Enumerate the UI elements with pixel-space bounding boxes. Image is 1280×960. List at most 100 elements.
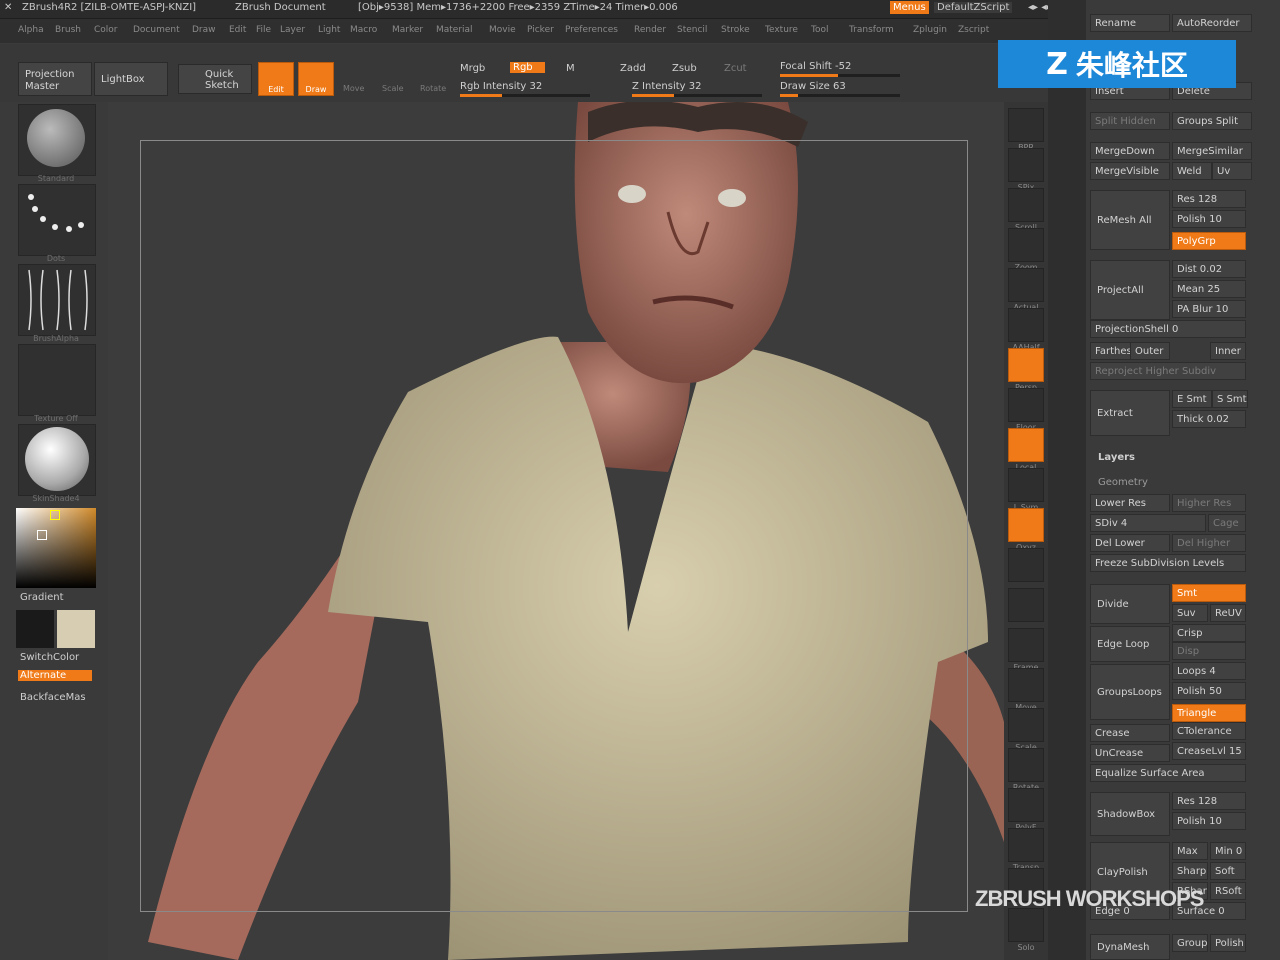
z-intensity-slider[interactable] xyxy=(632,94,762,97)
tool-button-16[interactable] xyxy=(1008,748,1044,782)
quick-sketch-button[interactable]: Quick Sketch xyxy=(178,64,252,94)
secondary-color-swatch[interactable] xyxy=(57,610,95,648)
higher-res-button[interactable]: Higher Res xyxy=(1172,494,1246,512)
max-slider[interactable]: Max xyxy=(1172,842,1208,860)
freeze-subdivision-button[interactable]: Freeze SubDivision Levels xyxy=(1090,554,1246,572)
polish-button[interactable]: Polish xyxy=(1210,934,1246,952)
tool-button-15[interactable] xyxy=(1008,708,1044,742)
tool-button-1[interactable] xyxy=(1008,148,1044,182)
tool-button-4[interactable] xyxy=(1008,268,1044,302)
switchcolor-button[interactable]: SwitchColor xyxy=(20,652,79,663)
e-smt-button[interactable]: E Smt xyxy=(1172,390,1212,408)
autoreorder-button[interactable]: AutoReorder xyxy=(1172,14,1252,32)
alternate-button[interactable]: Alternate xyxy=(18,670,92,681)
menu-item-10[interactable]: Marker xyxy=(392,25,423,35)
menus-button[interactable]: Menus xyxy=(890,1,929,14)
z-intensity-slider-label[interactable]: Z Intensity 32 xyxy=(632,81,701,92)
main-color-swatch[interactable] xyxy=(16,610,54,648)
smt-button[interactable]: Smt xyxy=(1172,584,1246,602)
equalize-surface-button[interactable]: Equalize Surface Area xyxy=(1090,764,1246,782)
layers-subpalette[interactable]: Layers xyxy=(1098,452,1135,463)
brush-thumbnail[interactable] xyxy=(18,104,96,176)
shadowbox-button[interactable]: ShadowBox xyxy=(1090,792,1170,836)
ctolerance-slider[interactable]: CTolerance xyxy=(1172,722,1246,740)
menu-item-14[interactable]: Preferences xyxy=(565,25,618,35)
stroke-thumbnail[interactable] xyxy=(18,184,96,256)
tool-button-17[interactable] xyxy=(1008,788,1044,822)
tool-button-18[interactable] xyxy=(1008,828,1044,862)
menu-item-11[interactable]: Material xyxy=(436,25,473,35)
material-thumbnail[interactable] xyxy=(18,424,96,496)
loops-slider[interactable]: Loops 4 xyxy=(1172,662,1246,680)
menu-item-6[interactable]: File xyxy=(256,25,271,35)
del-lower-button[interactable]: Del Lower xyxy=(1090,534,1170,552)
color-marker-icon[interactable] xyxy=(37,530,47,540)
disp-button[interactable]: Disp xyxy=(1172,642,1246,660)
backfacemask-button[interactable]: BackfaceMas xyxy=(20,692,86,703)
draw-size-slider[interactable] xyxy=(780,94,900,97)
tool-button-13[interactable] xyxy=(1008,628,1044,662)
menu-item-9[interactable]: Macro xyxy=(350,25,377,35)
menu-item-15[interactable]: Render xyxy=(634,25,666,35)
tool-button-14[interactable] xyxy=(1008,668,1044,702)
mergevisible-button[interactable]: MergeVisible xyxy=(1090,162,1170,180)
tool-button-10[interactable] xyxy=(1008,508,1044,542)
rgb-button[interactable]: Rgb xyxy=(510,62,545,73)
min-slider[interactable]: Min 0 xyxy=(1210,842,1246,860)
tool-button-5[interactable] xyxy=(1008,308,1044,342)
zsub-button[interactable]: Zsub xyxy=(672,63,697,74)
groups-split-button[interactable]: Groups Split xyxy=(1172,112,1252,130)
crisp-button[interactable]: Crisp xyxy=(1172,624,1246,642)
crease-button[interactable]: Crease xyxy=(1090,724,1170,742)
focal-shift-slider[interactable] xyxy=(780,74,900,77)
menu-item-17[interactable]: Stroke xyxy=(721,25,750,35)
alpha-thumbnail[interactable] xyxy=(18,264,96,336)
tool-button-0[interactable] xyxy=(1008,108,1044,142)
polish-slider[interactable]: Polish 10 xyxy=(1172,210,1246,228)
tool-button-8[interactable] xyxy=(1008,428,1044,462)
zadd-button[interactable]: Zadd xyxy=(620,63,646,74)
polish-10-slider[interactable]: Polish 10 xyxy=(1172,812,1246,830)
soft-slider[interactable]: Soft xyxy=(1210,862,1246,880)
res-128-slider[interactable]: Res 128 xyxy=(1172,792,1246,810)
edge-loop-button[interactable]: Edge Loop xyxy=(1090,626,1170,662)
tool-button-2[interactable] xyxy=(1008,188,1044,222)
projectall-button[interactable]: ProjectAll xyxy=(1090,260,1170,320)
rgb-intensity-slider-label[interactable]: Rgb Intensity 32 xyxy=(460,81,542,92)
menu-item-19[interactable]: Tool xyxy=(811,25,828,35)
draw-button[interactable]: Draw xyxy=(298,62,334,96)
sharp-slider[interactable]: Sharp xyxy=(1172,862,1208,880)
menu-item-12[interactable]: Movie xyxy=(489,25,516,35)
move-button[interactable]: Move xyxy=(343,84,364,93)
extract-button[interactable]: Extract xyxy=(1090,390,1170,436)
suv-button[interactable]: Suv xyxy=(1172,604,1208,622)
menu-item-4[interactable]: Draw xyxy=(192,25,216,35)
remesh-all-button[interactable]: ReMesh All xyxy=(1090,190,1170,250)
tool-button-6[interactable] xyxy=(1008,348,1044,382)
pa-blur-slider[interactable]: PA Blur 10 xyxy=(1172,300,1246,318)
gradient-button[interactable]: Gradient xyxy=(20,592,64,603)
tool-button-20[interactable] xyxy=(1008,908,1044,942)
polygrp-button[interactable]: PolyGrp xyxy=(1172,232,1246,250)
menu-item-21[interactable]: Zplugin xyxy=(913,25,947,35)
rotate-button[interactable]: Rotate xyxy=(420,84,446,93)
menu-item-18[interactable]: Texture xyxy=(765,25,798,35)
mrgb-button[interactable]: Mrgb xyxy=(460,63,485,74)
mergesimilar-button[interactable]: MergeSimilar xyxy=(1172,142,1252,160)
projection-master-button[interactable]: Projection Master xyxy=(18,62,92,96)
group-button[interactable]: Group xyxy=(1172,934,1208,952)
mergedown-button[interactable]: MergeDown xyxy=(1090,142,1170,160)
thick-slider[interactable]: Thick 0.02 xyxy=(1172,410,1246,428)
inner-button[interactable]: Inner xyxy=(1210,342,1246,360)
creaselvl-slider[interactable]: CreaseLvl 15 xyxy=(1172,742,1246,760)
menu-item-13[interactable]: Picker xyxy=(527,25,554,35)
res-slider[interactable]: Res 128 xyxy=(1172,190,1246,208)
rsoft-slider[interactable]: RSoft xyxy=(1210,882,1246,900)
menu-item-5[interactable]: Edit xyxy=(229,25,246,35)
cage-button[interactable]: Cage xyxy=(1208,514,1246,532)
geometry-subpalette[interactable]: Geometry xyxy=(1098,477,1148,488)
scale-button[interactable]: Scale xyxy=(382,84,404,93)
triangle-button[interactable]: Triangle xyxy=(1172,704,1246,722)
uv-button[interactable]: Uv xyxy=(1212,162,1252,180)
menu-item-22[interactable]: Zscript xyxy=(958,25,989,35)
